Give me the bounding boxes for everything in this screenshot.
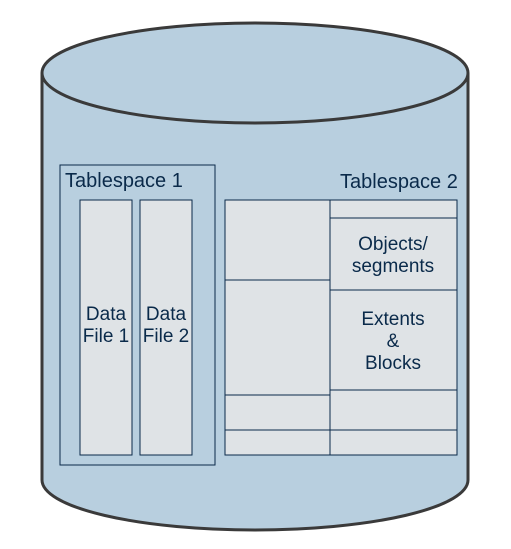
datafile2-label-line1: Data (146, 304, 187, 325)
tablespace2-title: Tablespace 2 (340, 171, 458, 193)
datafile1-label-line1: Data (86, 304, 127, 325)
tablespace1-title: Tablespace 1 (65, 170, 183, 192)
db-storage-diagram: Tablespace 1 Data File 1 Data File 2 Tab… (0, 0, 511, 549)
datafile1-label-line2: File 1 (83, 326, 129, 347)
cylinder-top (42, 23, 468, 123)
extents-label-line3: Blocks (365, 353, 421, 374)
objects-label-line1: Objects/ (358, 234, 428, 255)
objects-label-line2: segments (352, 256, 434, 277)
extents-label-line1: Extents (361, 309, 424, 330)
datafile2-label-line2: File 2 (143, 326, 189, 347)
extents-label-line2: & (387, 331, 400, 352)
